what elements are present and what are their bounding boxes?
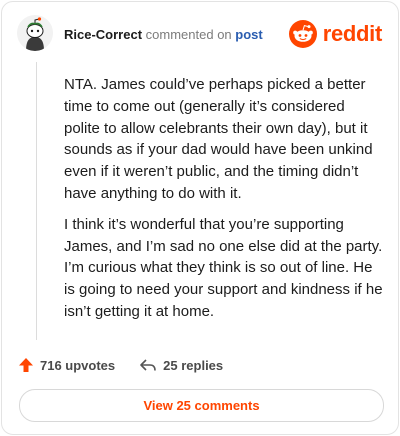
username-link[interactable]: Rice-Correct: [64, 27, 142, 42]
comment-actions: 716 upvotes 25 replies: [18, 354, 247, 376]
view-comments-button[interactable]: View 25 comments: [19, 389, 384, 422]
reddit-logo-icon: [288, 20, 317, 48]
comment-byline: Rice-Correct commented on post: [64, 27, 263, 42]
byline-action-text: commented on: [145, 27, 232, 42]
comment-paragraph-1: NTA. James could’ve perhaps picked a bet…: [64, 76, 373, 202]
reddit-wordmark: reddit: [322, 21, 383, 46]
post-link[interactable]: post: [235, 27, 262, 42]
comment-body: NTA. James could’ve perhaps picked a bet…: [64, 74, 384, 332]
reddit-brand[interactable]: reddit: [288, 20, 383, 48]
thread-line[interactable]: [36, 62, 37, 340]
user-avatar[interactable]: [17, 15, 53, 51]
reply-count: 25 replies: [163, 357, 224, 373]
upvote-button[interactable]: 716 upvotes: [18, 357, 115, 373]
reply-arrow-icon: [140, 359, 156, 371]
reply-button[interactable]: 25 replies: [139, 357, 223, 373]
comment-card: Rice-Correct commented on post reddit NT…: [1, 1, 399, 435]
comment-paragraph-2: I think it’s wonderful that you’re suppo…: [64, 215, 383, 320]
upvote-count: 716 upvotes: [40, 357, 116, 373]
comment-header: Rice-Correct commented on post reddit: [2, 2, 398, 62]
snoo-avatar-icon: [17, 15, 53, 51]
upvote-arrow-icon: [19, 358, 33, 372]
